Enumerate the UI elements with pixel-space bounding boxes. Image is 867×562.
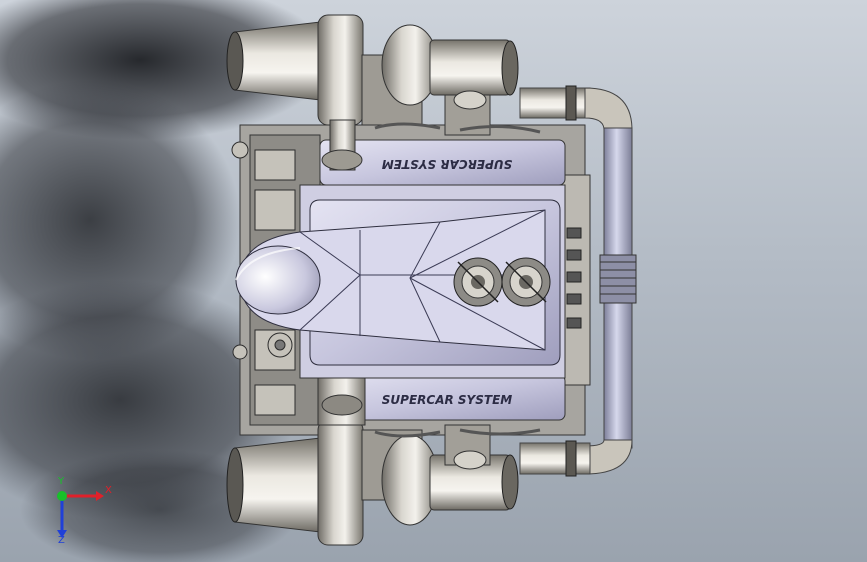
graphics-viewport[interactable]: SUPERCAR SYSTEM SUPERCAR SYSTEM X Y Z bbox=[0, 0, 867, 562]
axis-triad: X Y Z bbox=[40, 476, 120, 548]
valve-cover-bottom-text: SUPERCAR SYSTEM bbox=[382, 393, 512, 407]
engine-model[interactable]: SUPERCAR SYSTEM SUPERCAR SYSTEM bbox=[0, 0, 867, 562]
valve-cover-top-text: SUPERCAR SYSTEM bbox=[382, 157, 512, 171]
triad-z-label: Z bbox=[58, 535, 65, 546]
triad-x-label: X bbox=[105, 485, 112, 496]
y-axis-dot bbox=[57, 491, 67, 501]
triad-y-label: Y bbox=[58, 476, 65, 487]
